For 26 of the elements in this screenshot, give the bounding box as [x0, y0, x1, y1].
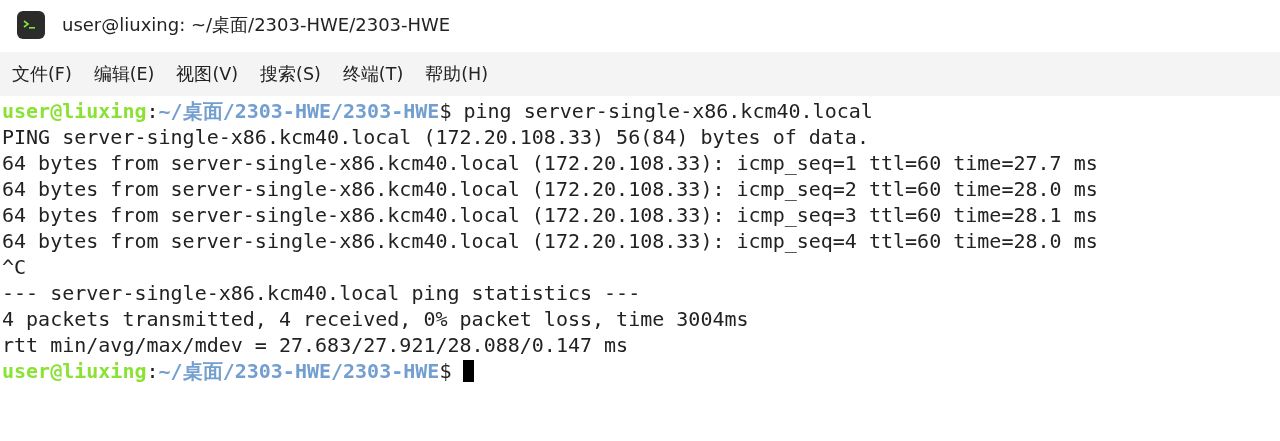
terminal-icon [17, 11, 45, 39]
output-line: rtt min/avg/max/mdev = 27.683/27.921/28.088/0.147 ms [2, 333, 629, 357]
menu-item[interactable]: 帮助(H) [425, 62, 489, 86]
command-text: ping server-single-x86.kcm40.local [463, 99, 873, 123]
menu-item[interactable]: 视图(V) [176, 62, 239, 86]
prompt-colon: : [146, 99, 159, 123]
output-line: --- server-single-x86.kcm40.local ping statistics --- [2, 281, 641, 305]
output-line: 64 bytes from server-single-x86.kcm40.local (172.20.108.33): icmp_seq=2 ttl=60 time=28.0 ms [2, 177, 1098, 201]
menu-item[interactable]: 搜索(S) [260, 62, 321, 86]
menu-item[interactable]: 编辑(E) [93, 62, 155, 86]
menu-item[interactable]: 终端(T) [342, 62, 404, 86]
prompt-user: user@liuxing [2, 99, 147, 123]
menu-item[interactable]: 文件(F) [12, 62, 72, 86]
output-line: 64 bytes from server-single-x86.kcm40.local (172.20.108.33): icmp_seq=4 ttl=60 time=28.0 ms [2, 229, 1098, 253]
prompt-colon: : [146, 359, 159, 383]
output-line: 4 packets transmitted, 4 received, 0% packet loss, time 3004ms [2, 307, 749, 331]
prompt-user: user@liuxing [2, 359, 147, 383]
prompt-path: ~/桌面/2303-HWE/2303-HWE [158, 99, 440, 123]
prompt-path: ~/桌面/2303-HWE/2303-HWE [158, 359, 440, 383]
output-line: 64 bytes from server-single-x86.kcm40.local (172.20.108.33): icmp_seq=1 ttl=60 time=27.7 ms [2, 151, 1098, 175]
prompt-dollar: $ [439, 359, 452, 383]
output-line: PING server-single-x86.kcm40.local (172.20.108.33) 56(84) bytes of data. [2, 125, 869, 149]
window-title: user@liuxing: ~/桌面/2303-HWE/2303-HWE [62, 13, 451, 37]
prompt-dollar: $ [439, 99, 452, 123]
output-line: ^C [2, 255, 27, 279]
output-line: 64 bytes from server-single-x86.kcm40.local (172.20.108.33): icmp_seq=3 ttl=60 time=28.1 ms [2, 203, 1098, 227]
